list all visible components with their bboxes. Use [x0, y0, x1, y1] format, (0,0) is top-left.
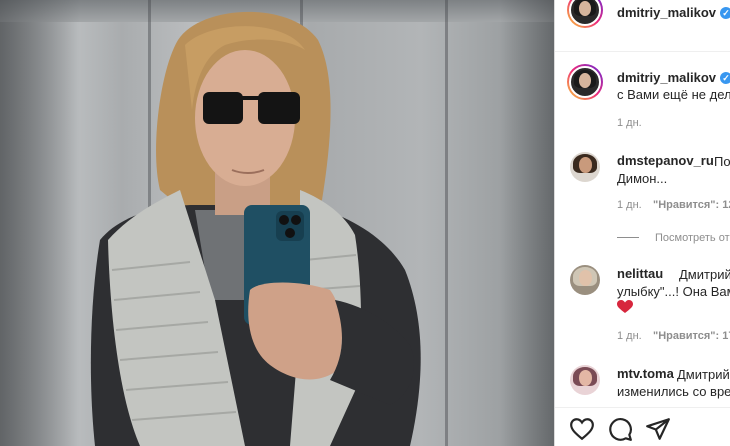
comment-likes[interactable]: "Нравится": 17 — [653, 330, 730, 342]
phone-lens — [285, 228, 295, 238]
phone-lens — [279, 215, 289, 225]
sunglasses-lens-left — [203, 92, 243, 124]
post-photo[interactable] — [0, 0, 554, 446]
author-avatar[interactable] — [567, 0, 603, 28]
verified-badge-icon: ✓ — [720, 7, 730, 19]
comment-text: Димон... — [617, 171, 668, 186]
comment-likes[interactable]: "Нравится": 12 — [653, 199, 730, 211]
comment-text: Дмитрий — [677, 367, 730, 382]
post-actions-bar — [555, 407, 730, 446]
caption-author-username-text[interactable]: dmitriy_malikov — [617, 70, 716, 85]
person-illustration — [90, 11, 421, 446]
sunglasses-bridge — [242, 96, 259, 100]
comment-username[interactable]: dmstepanov_ru — [617, 153, 714, 168]
caption-text: с Вами ещё не дел — [617, 87, 730, 102]
comment-time[interactable]: 1 дн. — [617, 330, 642, 342]
comment-avatar[interactable] — [570, 265, 600, 295]
caption-author-username[interactable]: dmitriy_malikov ✓ — [617, 70, 730, 85]
comment-avatar[interactable] — [570, 365, 600, 395]
phone-lens — [291, 215, 301, 225]
author-username-text[interactable]: dmitriy_malikov — [617, 5, 716, 20]
comment-text: По — [714, 154, 730, 169]
verified-badge-icon: ✓ — [720, 72, 730, 84]
author-username-header[interactable]: dmitriy_malikov ✓ — [617, 5, 730, 20]
view-replies-text[interactable]: Посмотреть от — [655, 232, 730, 244]
comment-bubble-icon[interactable] — [607, 416, 633, 442]
comment-text: изменились со врем — [617, 384, 730, 399]
view-replies-link[interactable]: Посмотреть от — [617, 232, 730, 244]
comment-username[interactable]: nelittau — [617, 266, 663, 281]
comment-time[interactable]: 1 дн. — [617, 199, 642, 211]
red-heart-emoji-icon — [617, 300, 633, 313]
post-sidebar: dmitriy_malikov ✓ dmitriy_malikov ✓ с Вами… — [554, 0, 730, 446]
caption-author-avatar[interactable] — [567, 64, 603, 100]
comment-text: Дмитрий, " — [679, 267, 730, 282]
heart-icon[interactable] — [569, 416, 595, 442]
sunglasses-lens-right — [258, 92, 300, 124]
comment-avatar[interactable] — [570, 152, 600, 182]
paper-plane-icon[interactable] — [645, 416, 671, 442]
replies-divider — [617, 237, 639, 238]
comment-username[interactable]: mtv.toma — [617, 366, 674, 381]
post-header: dmitriy_malikov ✓ — [555, 0, 730, 52]
caption-time[interactable]: 1 дн. — [617, 117, 642, 129]
comment-text: улыбку"...! Она Вам — [617, 284, 730, 299]
